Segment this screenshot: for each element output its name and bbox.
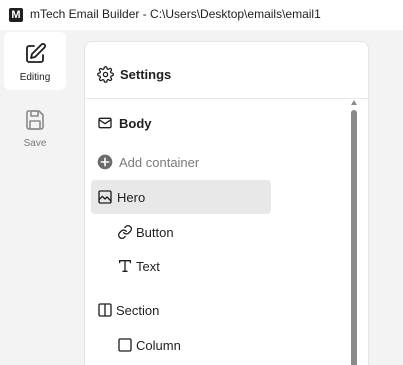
gear-icon — [97, 66, 114, 83]
add-container-button[interactable]: Add container — [97, 154, 199, 170]
image-frame-icon — [98, 190, 112, 204]
tree-item-body[interactable]: Body — [97, 115, 152, 131]
tree-item-text-label: Text — [136, 258, 160, 274]
tree-item-hero-label: Hero — [117, 189, 146, 205]
tree-item-section[interactable]: Section — [97, 302, 159, 318]
scrollbar-thumb[interactable] — [351, 110, 357, 365]
scroll-up-arrow-icon[interactable] — [351, 100, 357, 105]
title-bar: M mTech Email Builder - C:\Users\Desktop… — [0, 0, 403, 30]
app-logo-icon: M — [9, 8, 23, 22]
window-title: mTech Email Builder - C:\Users\Desktop\e… — [30, 7, 321, 21]
tree-item-button-label: Button — [136, 224, 174, 240]
tree-item-section-label: Section — [116, 302, 160, 318]
text-t-icon — [119, 260, 131, 272]
edit-icon — [26, 43, 46, 63]
tree-item-column-label: Column — [136, 337, 181, 353]
columns-icon — [98, 303, 112, 317]
link-icon — [118, 225, 132, 239]
plus-circle-icon — [97, 154, 113, 170]
settings-title: Settings — [120, 67, 172, 82]
tree-item-body-label: Body — [119, 115, 152, 131]
rail-editing-button[interactable]: Editing — [4, 32, 66, 90]
settings-header: Settings — [85, 42, 368, 99]
tree-item-button[interactable]: Button — [117, 224, 174, 240]
rail-save-label: Save — [23, 138, 47, 149]
save-icon — [26, 110, 44, 130]
rail-save-button[interactable]: Save — [4, 98, 66, 154]
rail-editing-label: Editing — [19, 72, 51, 83]
add-container-label: Add container — [119, 154, 200, 170]
tree-item-hero[interactable]: Hero — [91, 180, 271, 214]
mail-icon — [98, 117, 112, 129]
square-icon — [118, 338, 132, 352]
tree-item-text[interactable]: Text — [117, 258, 160, 274]
tree-item-column[interactable]: Column — [117, 337, 181, 353]
